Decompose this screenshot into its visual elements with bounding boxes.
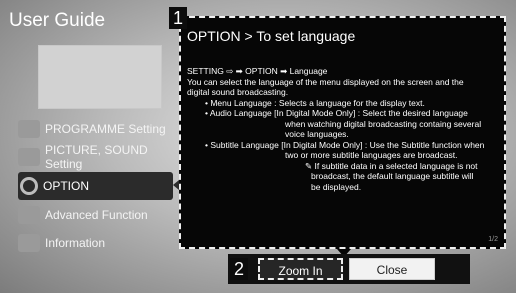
panel-line: • Menu Language : Selects a language for… [205,97,425,108]
callout-badge-2: 2 [230,258,248,280]
panel-body: SETTING ⇨ ➡ OPTION ➡ Language You can se… [187,66,499,192]
tv-icon [18,120,40,138]
panel-line: broadcast, the default language subtitle… [311,171,474,181]
guide-content-panel: OPTION > To set language SETTING ⇨ ➡ OPT… [179,16,506,249]
panel-line: voice languages. [285,129,349,139]
panel-line: SETTING ⇨ ➡ OPTION ➡ Language [187,66,328,76]
menu-item-advanced-function[interactable]: Advanced Function [18,201,168,229]
menu-item-picture-sound-setting[interactable]: PICTURE, SOUND Setting [18,143,168,171]
menu-item-option[interactable]: OPTION [18,172,173,200]
menu-item-label: Information [45,236,106,250]
information-icon [18,234,40,252]
panel-line: You can select the language of the menu … [187,76,464,87]
picture-sound-icon [18,148,40,166]
panel-line: • Subtitle Language [In Digital Mode Onl… [205,139,485,150]
panel-line: two or more subtitle languages are broad… [285,150,458,160]
panel-line: digital sound broadcasting. [187,87,289,97]
panel-line: ✎ If subtitle data in a selected languag… [305,160,478,171]
panel-line: • Audio Language [In Digital Mode Only] … [205,108,468,118]
zoom-in-button[interactable]: Zoom In [258,258,343,280]
menu-item-label: PROGRAMME Setting [45,122,166,136]
page-indicator: 1/2 [488,236,498,243]
menu-item-information[interactable]: Information [18,229,168,257]
menu-item-label: OPTION [43,179,90,193]
option-icon [20,177,38,195]
page-title: User Guide [9,10,106,31]
preview-thumbnail [38,45,162,109]
callout-badge-1: 1 [169,7,187,29]
menu-item-programme-setting[interactable]: PROGRAMME Setting [18,115,168,143]
panel-line: be displayed. [311,181,362,192]
user-guide-screen: User Guide PROGRAMME Setting PICTURE, SO… [0,0,516,293]
menu-item-label: PICTURE, SOUND Setting [45,143,148,171]
panel-heading: OPTION > To set language [187,28,356,44]
close-button[interactable]: Close [349,258,435,280]
advanced-icon [18,206,40,224]
menu-item-label: Advanced Function [45,208,148,222]
panel-line: when watching digital broadcasting conta… [285,118,482,129]
